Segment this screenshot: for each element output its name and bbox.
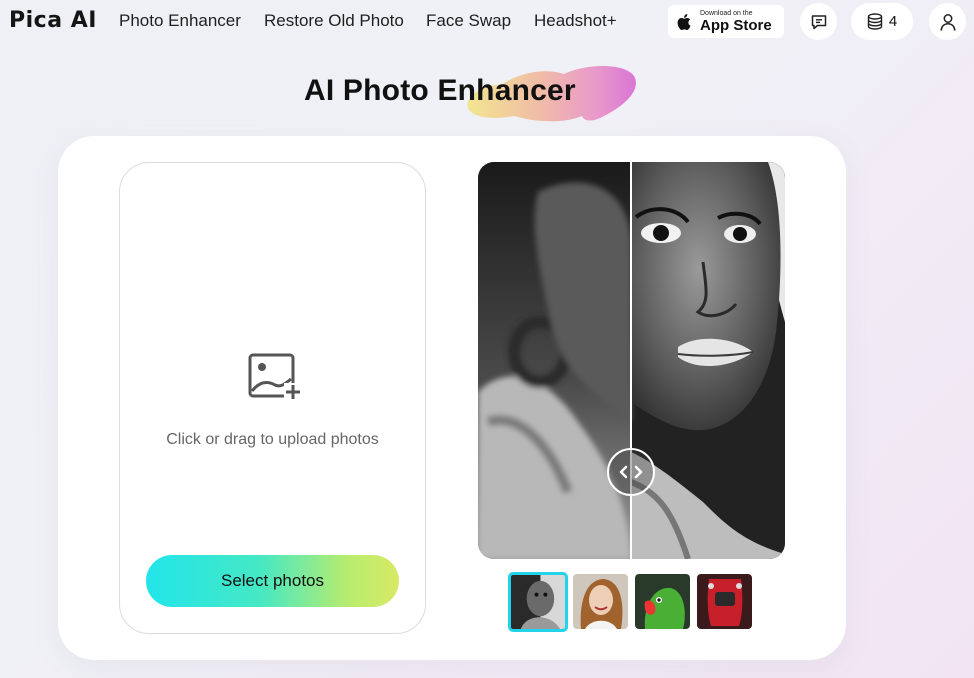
feedback-button[interactable] xyxy=(800,3,837,40)
compare-slider-icon xyxy=(619,465,643,479)
before-after-preview[interactable] xyxy=(478,162,785,559)
app-store-button[interactable]: Download on the App Store xyxy=(668,5,784,38)
thumbnail-parrot[interactable] xyxy=(635,574,690,629)
nav-link-face-swap[interactable]: Face Swap xyxy=(426,10,511,32)
nav-link-headshot[interactable]: Headshot+ xyxy=(534,10,617,32)
image-add-icon xyxy=(248,353,302,401)
apple-icon xyxy=(677,13,691,30)
logo[interactable]: Pica AI xyxy=(9,6,97,36)
upload-dropzone[interactable]: Click or drag to upload photos Select ph… xyxy=(119,162,426,634)
preview-image xyxy=(478,162,785,559)
compare-slider-handle[interactable] xyxy=(607,448,655,496)
credits-count: 4 xyxy=(888,13,898,30)
credits-button[interactable]: 4 xyxy=(851,3,913,40)
page-title: AI Photo Enhancer xyxy=(304,74,576,107)
select-photos-button[interactable]: Select photos xyxy=(146,555,399,607)
hero-title-area: AI Photo Enhancer xyxy=(304,66,644,122)
nav-link-photo-enhancer[interactable]: Photo Enhancer xyxy=(119,10,241,32)
app-store-big-text: App Store xyxy=(700,17,772,34)
nav-link-restore-old-photo[interactable]: Restore Old Photo xyxy=(264,10,404,32)
feedback-icon xyxy=(811,14,826,29)
top-nav: Pica AI Photo Enhancer Restore Old Photo… xyxy=(0,0,974,44)
enhancer-card: Click or drag to upload photos Select ph… xyxy=(58,136,846,660)
thumbnail-portrait-smiling[interactable] xyxy=(573,574,628,629)
thumbnail-red-car[interactable] xyxy=(697,574,752,629)
user-account-button[interactable] xyxy=(929,3,966,40)
app-store-small-text: Download on the xyxy=(700,10,753,17)
user-icon xyxy=(939,13,956,31)
thumbnail-portrait-bw[interactable] xyxy=(508,572,568,632)
credits-stack-icon xyxy=(867,13,883,30)
upload-hint-text: Click or drag to upload photos xyxy=(166,431,379,448)
